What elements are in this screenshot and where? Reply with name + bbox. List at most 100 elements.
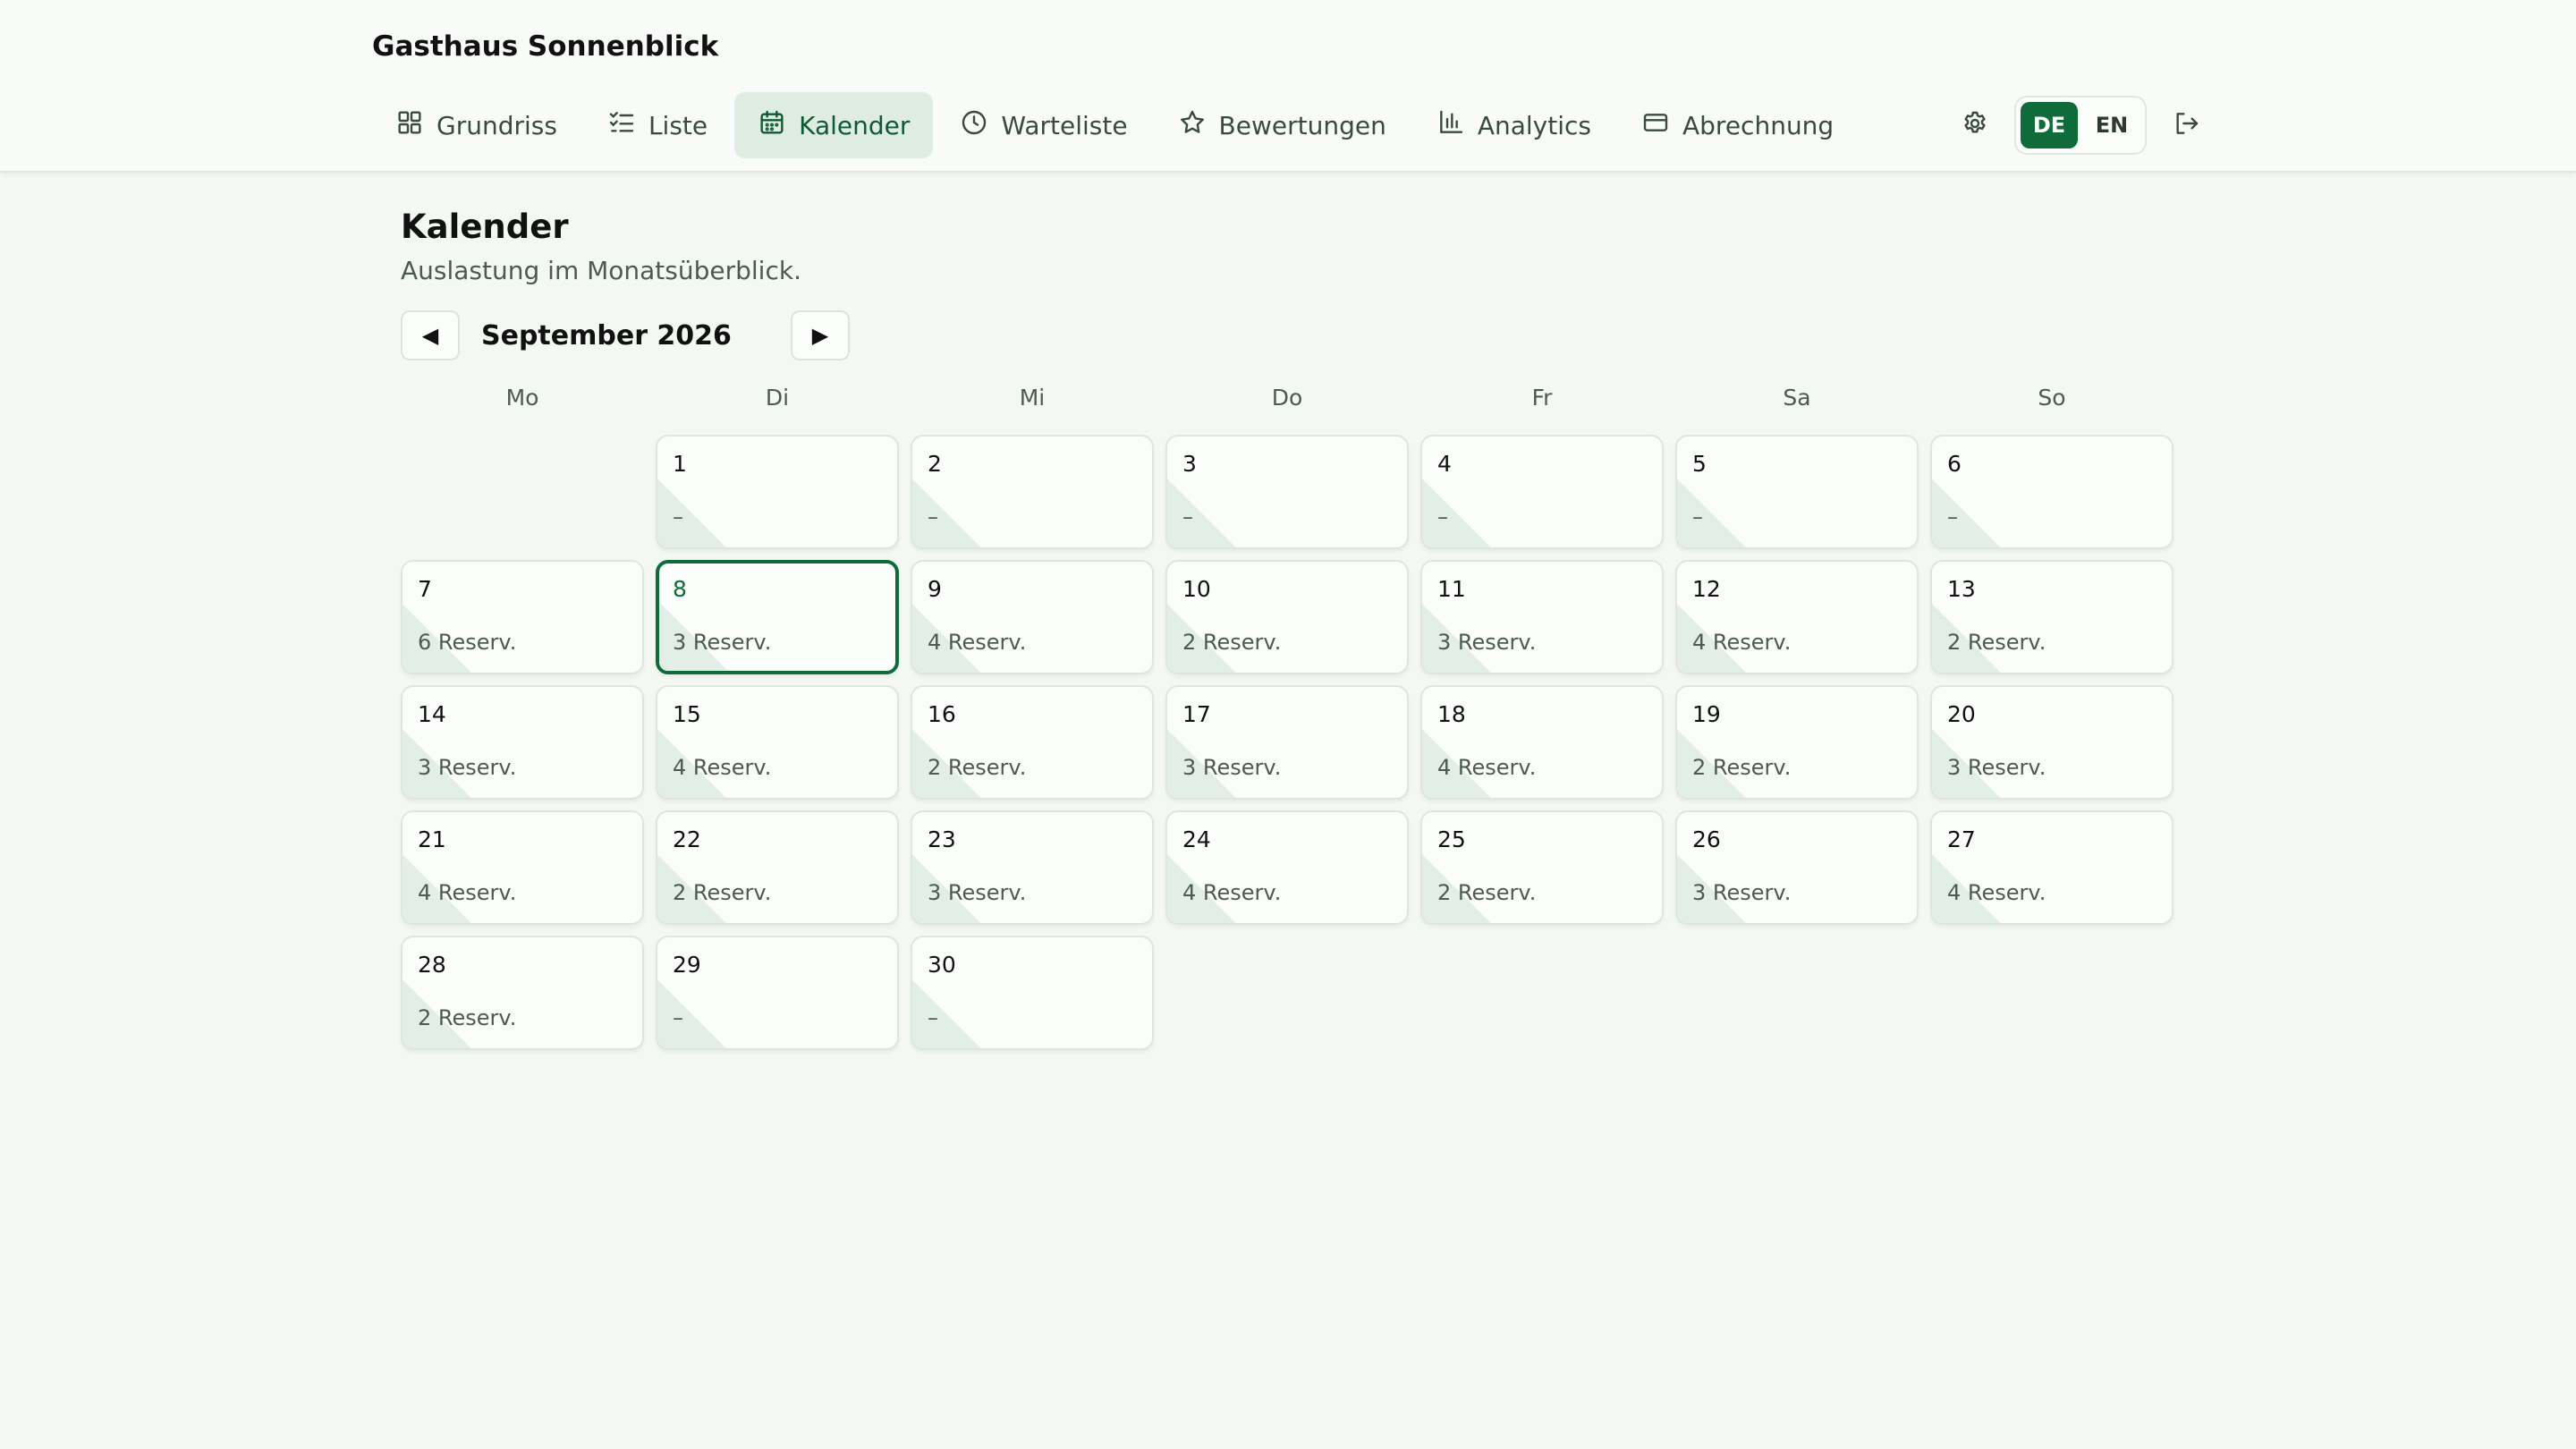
- reservation-count: 2 Reserv.: [1437, 880, 1537, 905]
- day-number: 7: [418, 576, 432, 602]
- day-cell[interactable]: 2–: [911, 435, 1154, 549]
- day-number: 20: [1947, 701, 1976, 727]
- day-cell[interactable]: 17 3 Reserv.: [1165, 685, 1409, 800]
- reservation-count: 2 Reserv.: [1692, 755, 1792, 780]
- reservation-count: 3 Reserv.: [1947, 755, 2046, 780]
- day-cell[interactable]: 14 3 Reserv.: [401, 685, 644, 800]
- nav-label: Grundriss: [436, 110, 557, 140]
- triangle-left-icon: ◀: [421, 323, 439, 348]
- day-cell[interactable]: 23 3 Reserv.: [911, 810, 1154, 925]
- triangle-right-icon: ▶: [811, 323, 829, 348]
- day-number: 12: [1692, 576, 1721, 602]
- reservation-count: 3 Reserv.: [673, 630, 772, 655]
- day-cell[interactable]: 5–: [1675, 435, 1919, 549]
- bar-chart-icon: [1436, 108, 1465, 143]
- day-cell[interactable]: 16 2 Reserv.: [911, 685, 1154, 800]
- reservation-count: 6 Reserv.: [418, 630, 517, 655]
- day-number: 16: [928, 701, 956, 727]
- lang-de-button[interactable]: DE: [2021, 102, 2078, 148]
- day-number: 26: [1692, 826, 1721, 852]
- reservation-count: –: [928, 1005, 938, 1030]
- day-cell[interactable]: 21 4 Reserv.: [401, 810, 644, 925]
- day-number: 14: [418, 701, 446, 727]
- reservation-count: 3 Reserv.: [1182, 755, 1282, 780]
- weekday-label: Fr: [1531, 385, 1553, 411]
- logout-icon: [2172, 109, 2200, 141]
- main-nav: Grundriss Liste Kalender Warteliste Bewe…: [372, 92, 1860, 158]
- month-navigation: ◀ September 2026 ▶: [401, 310, 850, 360]
- nav-analytics[interactable]: Analytics: [1413, 92, 1614, 158]
- reservation-count: 2 Reserv.: [1947, 630, 2046, 655]
- day-number: 23: [928, 826, 956, 852]
- day-cell[interactable]: 24 4 Reserv.: [1165, 810, 1409, 925]
- day-number: 6: [1947, 451, 1962, 477]
- day-number: 24: [1182, 826, 1211, 852]
- day-number: 3: [1182, 451, 1197, 477]
- day-cell[interactable]: 8 3 Reserv.: [656, 560, 899, 674]
- day-number: 22: [673, 826, 701, 852]
- weekday-label: Do: [1271, 385, 1303, 411]
- day-cell[interactable]: 1–: [656, 435, 899, 549]
- day-cell[interactable]: 29 –: [656, 936, 899, 1050]
- day-cell[interactable]: 15 4 Reserv.: [656, 685, 899, 800]
- day-cell[interactable]: 12 4 Reserv.: [1675, 560, 1919, 674]
- grid-icon: [395, 108, 424, 143]
- day-cell[interactable]: 11 3 Reserv.: [1420, 560, 1664, 674]
- reservation-count: 3 Reserv.: [1437, 630, 1537, 655]
- day-cell[interactable]: 13 2 Reserv.: [1930, 560, 2174, 674]
- day-cell[interactable]: 25 2 Reserv.: [1420, 810, 1664, 925]
- day-cell[interactable]: 20 3 Reserv.: [1930, 685, 2174, 800]
- settings-button[interactable]: [1950, 100, 2000, 150]
- day-cell[interactable]: 7 6 Reserv.: [401, 560, 644, 674]
- nav-liste[interactable]: Liste: [584, 92, 731, 158]
- day-number: 1: [673, 451, 687, 477]
- day-cell[interactable]: 19 2 Reserv.: [1675, 685, 1919, 800]
- page-title: Kalender: [401, 208, 569, 246]
- reservation-count: –: [1947, 504, 1958, 530]
- day-cell[interactable]: 22 2 Reserv.: [656, 810, 899, 925]
- prev-month-button[interactable]: ◀: [401, 310, 460, 360]
- calendar-icon: [758, 108, 786, 143]
- day-cell[interactable]: 18 4 Reserv.: [1420, 685, 1664, 800]
- weekday-header: Mo Di Mi Do Fr Sa So: [401, 385, 2174, 411]
- reservation-count: 4 Reserv.: [1182, 880, 1282, 905]
- clock-icon: [960, 108, 988, 143]
- day-number: 4: [1437, 451, 1452, 477]
- weekday-label: Mo: [505, 385, 539, 411]
- day-cell[interactable]: 30 –: [911, 936, 1154, 1050]
- day-cell[interactable]: 6–: [1930, 435, 2174, 549]
- app-title: Gasthaus Sonnenblick: [372, 30, 719, 63]
- day-cell[interactable]: 26 3 Reserv.: [1675, 810, 1919, 925]
- nav-abrechnung[interactable]: Abrechnung: [1618, 92, 1857, 158]
- reservation-count: 2 Reserv.: [1182, 630, 1282, 655]
- lang-en-button[interactable]: EN: [2083, 102, 2140, 148]
- checklist-icon: [607, 108, 636, 143]
- day-number: 27: [1947, 826, 1976, 852]
- day-number: 10: [1182, 576, 1211, 602]
- next-month-button[interactable]: ▶: [791, 310, 850, 360]
- day-cell[interactable]: 27 4 Reserv.: [1930, 810, 2174, 925]
- nav-kalender[interactable]: Kalender: [734, 92, 934, 158]
- day-cell[interactable]: 10 2 Reserv.: [1165, 560, 1409, 674]
- nav-grundriss[interactable]: Grundriss: [372, 92, 580, 158]
- weekday-label: Sa: [1783, 385, 1811, 411]
- nav-bewertungen[interactable]: Bewertungen: [1155, 92, 1410, 158]
- weekday-label: Mi: [1019, 385, 1046, 411]
- day-number: 9: [928, 576, 942, 602]
- day-cell[interactable]: 3–: [1165, 435, 1409, 549]
- day-number: 15: [673, 701, 701, 727]
- nav-warteliste[interactable]: Warteliste: [936, 92, 1150, 158]
- day-cell[interactable]: 4–: [1420, 435, 1664, 549]
- reservation-count: –: [928, 504, 938, 530]
- nav-label: Warteliste: [1001, 110, 1128, 140]
- language-switcher: DE EN: [2014, 96, 2147, 155]
- day-cell[interactable]: 28 2 Reserv.: [401, 936, 644, 1050]
- nav-label: Bewertungen: [1218, 110, 1386, 140]
- day-number: 30: [928, 952, 956, 978]
- weekday-label: Di: [765, 385, 790, 411]
- day-number: 11: [1437, 576, 1466, 602]
- day-cell[interactable]: 9 4 Reserv.: [911, 560, 1154, 674]
- day-number: 29: [673, 952, 701, 978]
- logout-button[interactable]: [2161, 100, 2211, 150]
- calendar-grid: 1–2–3–4–5–6–7 6 Reserv. 8 3 Reserv. 9 4 Reser…: [401, 435, 2174, 1050]
